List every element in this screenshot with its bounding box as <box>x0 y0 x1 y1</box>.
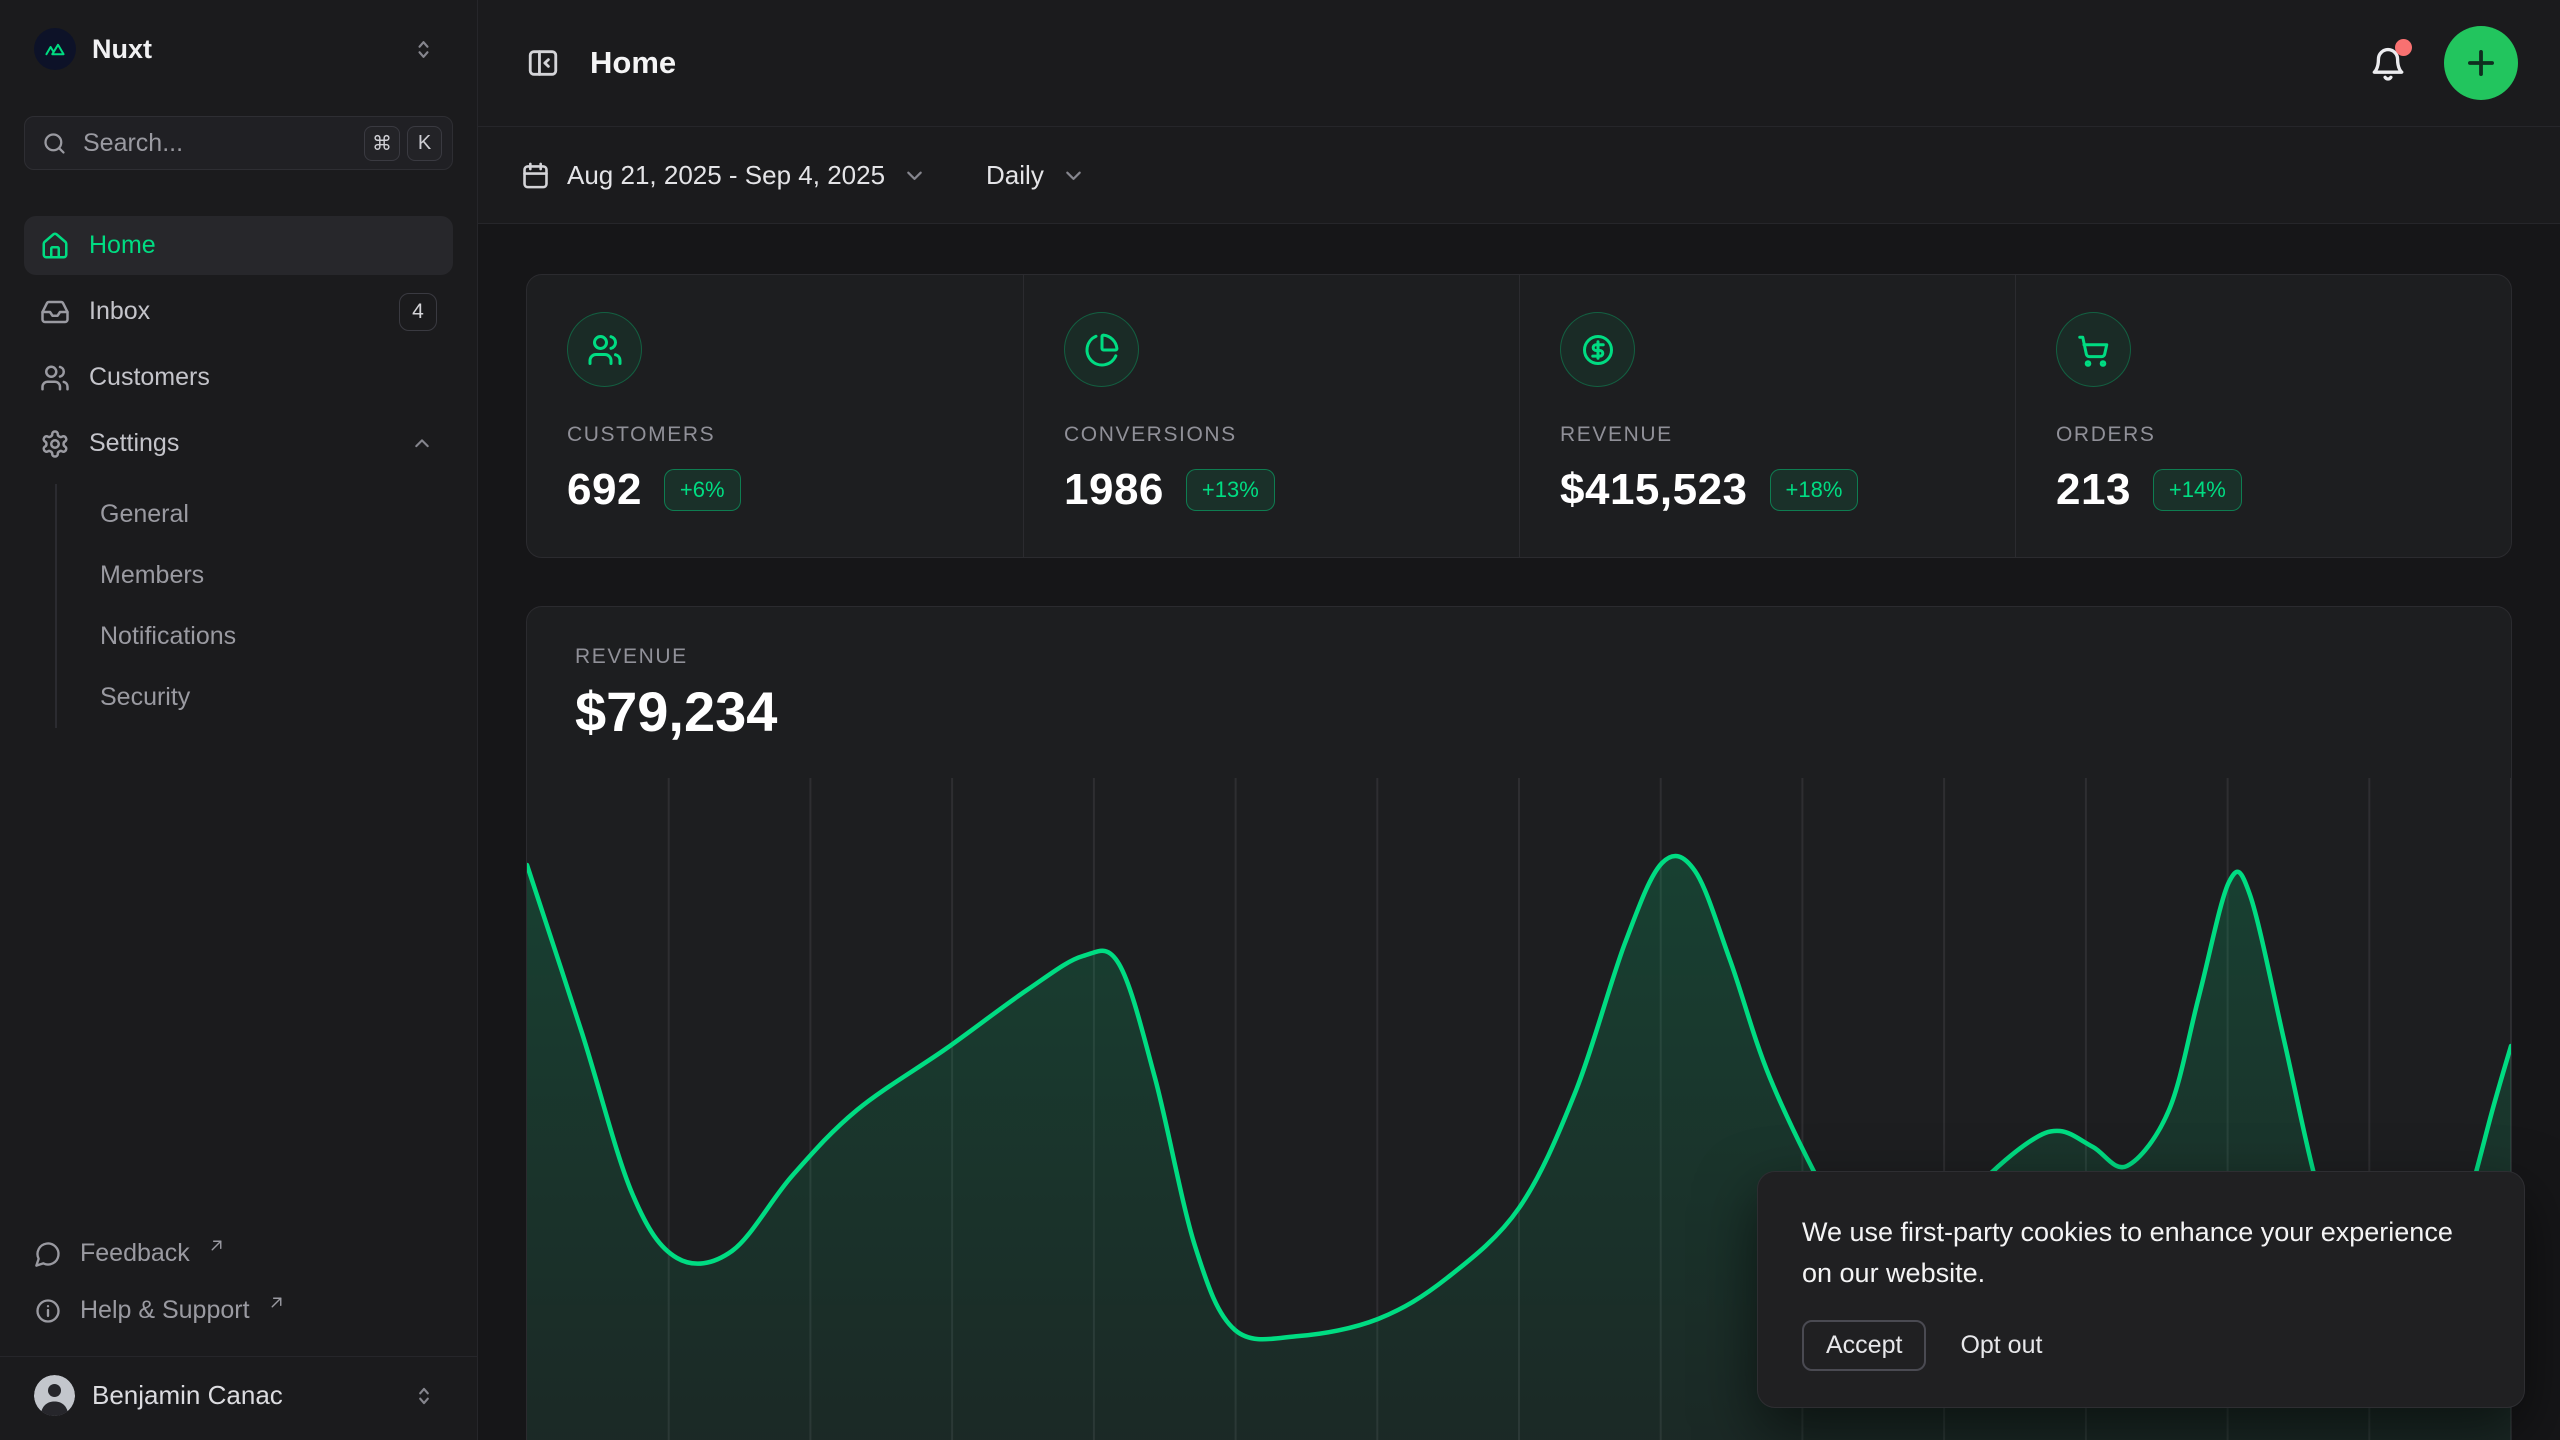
stat-orders[interactable]: ORDERS 213 +14% <box>2015 275 2511 557</box>
search-icon <box>41 130 68 157</box>
revenue-chart-label: REVENUE <box>575 645 2463 669</box>
sidebar-item-help-support[interactable]: Help & Support <box>24 1283 453 1338</box>
stat-delta-badge: +13% <box>1186 469 1275 511</box>
stat-customers[interactable]: CUSTOMERS 692 +6% <box>527 275 1023 557</box>
chevrons-up-down-icon <box>411 1383 437 1409</box>
avatar <box>34 1375 75 1416</box>
stats-card: CUSTOMERS 692 +6% CONVERSIONS <box>526 274 2512 558</box>
stat-icon-circle <box>1560 312 1635 387</box>
sidebar-item-label: Settings <box>89 429 179 458</box>
inbox-count-badge: 4 <box>399 293 437 331</box>
sidebar-item-customers[interactable]: Customers <box>24 348 453 407</box>
sidebar-item-notifications[interactable]: Notifications <box>92 606 453 667</box>
stat-delta-badge: +18% <box>1770 469 1859 511</box>
circle-dollar-icon <box>1580 332 1616 368</box>
sidebar-divider <box>0 1356 477 1357</box>
chevron-down-icon <box>901 162 928 189</box>
sidebar-item-members[interactable]: Members <box>92 545 453 606</box>
stat-conversions[interactable]: CONVERSIONS 1986 +13% <box>1023 275 1519 557</box>
cookie-banner: We use first-party cookies to enhance yo… <box>1757 1171 2525 1408</box>
date-range-picker[interactable]: Aug 21, 2025 - Sep 4, 2025 <box>520 160 928 191</box>
cookie-optout-button[interactable]: Opt out <box>1942 1322 2060 1369</box>
create-button[interactable] <box>2444 26 2518 100</box>
sidebar-item-label: Inbox <box>89 297 150 326</box>
filter-toolbar: Aug 21, 2025 - Sep 4, 2025 Daily <box>478 127 2560 224</box>
sidebar-item-settings[interactable]: Settings <box>24 414 453 473</box>
kbd-meta: ⌘ <box>364 126 400 161</box>
sidebar-footer: Feedback Help & Support <box>24 1226 453 1422</box>
user-name: Benjamin Canac <box>92 1380 283 1411</box>
search-input[interactable]: Search... ⌘ K <box>24 116 453 170</box>
search-placeholder: Search... <box>83 129 183 158</box>
sidebar-item-home[interactable]: Home <box>24 216 453 275</box>
sidebar-item-label: Feedback <box>80 1239 190 1268</box>
stat-icon-circle <box>2056 312 2131 387</box>
home-icon <box>40 231 70 261</box>
users-icon <box>40 363 70 393</box>
plus-icon <box>2462 44 2500 82</box>
users-icon <box>587 332 623 368</box>
stat-revenue[interactable]: REVENUE $415,523 +18% <box>1519 275 2015 557</box>
cookie-message: We use first-party cookies to enhance yo… <box>1802 1212 2480 1294</box>
sidebar-item-label: Home <box>89 231 156 260</box>
stat-label: CUSTOMERS <box>567 423 983 447</box>
sidebar-item-general[interactable]: General <box>92 484 453 545</box>
stat-value: $415,523 <box>1560 465 1748 515</box>
sidebar-item-security[interactable]: Security <box>92 667 453 728</box>
search-kbd-group: ⌘ K <box>364 126 442 161</box>
chevrons-up-down-icon <box>410 36 437 63</box>
cookie-accept-button[interactable]: Accept <box>1802 1320 1926 1371</box>
panel-left-close-icon <box>526 46 560 80</box>
stat-delta-badge: +6% <box>664 469 741 511</box>
granularity-label: Daily <box>986 160 1044 191</box>
sidebar-nav: Home Inbox 4 Customers <box>24 216 453 728</box>
message-circle-icon <box>34 1240 62 1268</box>
calendar-icon <box>520 160 551 191</box>
nuxt-logo <box>34 28 76 70</box>
shopping-cart-icon <box>2076 332 2112 368</box>
stat-value: 692 <box>567 465 642 515</box>
user-menu[interactable]: Benjamin Canac <box>24 1359 453 1422</box>
stat-label: REVENUE <box>1560 423 1975 447</box>
sidebar-item-label: Help & Support <box>80 1296 250 1325</box>
notification-dot <box>2395 39 2412 56</box>
stat-icon-circle <box>567 312 642 387</box>
page-title: Home <box>590 45 676 81</box>
granularity-select[interactable]: Daily <box>986 160 1087 191</box>
team-switcher[interactable]: Nuxt <box>24 20 453 78</box>
info-circle-icon <box>34 1297 62 1325</box>
stat-value: 213 <box>2056 465 2131 515</box>
stat-value: 1986 <box>1064 465 1164 515</box>
sidebar: Nuxt Search... ⌘ K Home <box>0 0 478 1440</box>
team-name: Nuxt <box>92 34 152 65</box>
kbd-k: K <box>407 126 442 161</box>
inbox-icon <box>40 297 70 327</box>
settings-subnav: General Members Notifications Security <box>55 484 453 728</box>
chevron-down-icon <box>1060 162 1087 189</box>
collapse-sidebar-button[interactable] <box>520 40 566 86</box>
sidebar-item-feedback[interactable]: Feedback <box>24 1226 453 1281</box>
external-link-icon <box>208 1237 225 1254</box>
chevron-up-icon <box>407 431 437 456</box>
stat-label: CONVERSIONS <box>1064 423 1479 447</box>
sidebar-item-label: Customers <box>89 363 210 392</box>
notifications-button[interactable] <box>2362 37 2414 89</box>
stat-icon-circle <box>1064 312 1139 387</box>
chart-pie-icon <box>1084 332 1120 368</box>
stat-label: ORDERS <box>2056 423 2471 447</box>
page-header: Home <box>478 0 2560 127</box>
stat-delta-badge: +14% <box>2153 469 2242 511</box>
revenue-chart-value: $79,234 <box>575 679 2463 744</box>
sidebar-item-inbox[interactable]: Inbox 4 <box>24 282 453 341</box>
external-link-icon <box>268 1294 285 1311</box>
date-range-label: Aug 21, 2025 - Sep 4, 2025 <box>567 160 885 191</box>
gear-icon <box>40 429 70 459</box>
